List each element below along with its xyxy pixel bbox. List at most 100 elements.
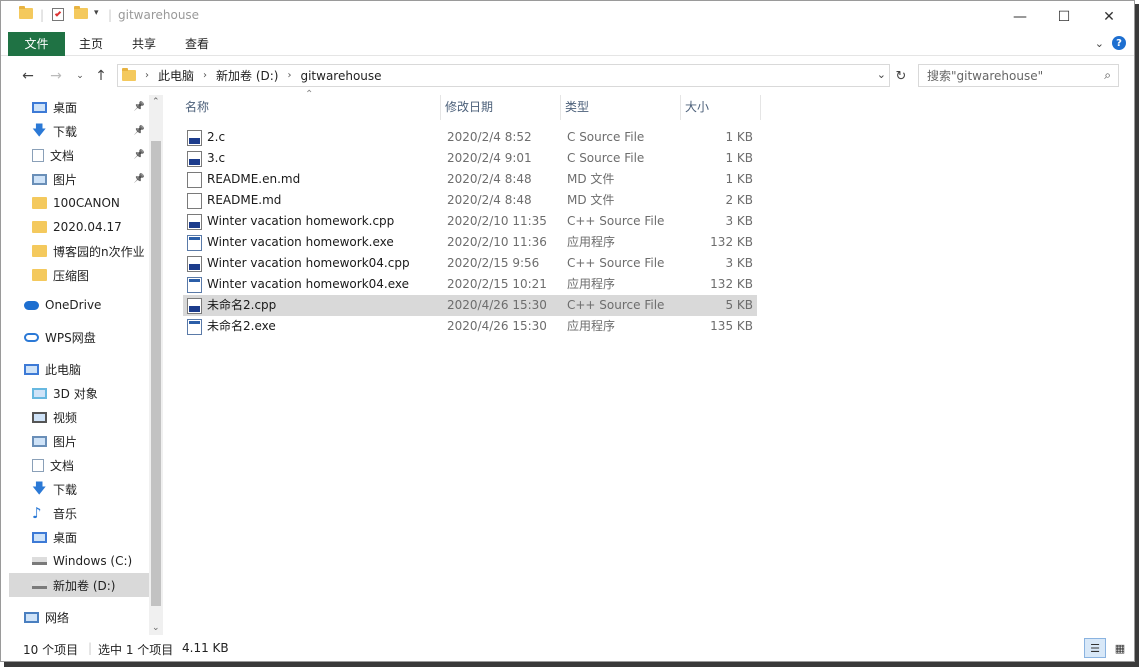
sidebar-item[interactable]: ♪ 音乐: [9, 501, 149, 525]
file-name-cell[interactable]: README.md: [187, 190, 281, 211]
file-row[interactable]: Winter vacation homework04.exe 2020/2/15 …: [183, 274, 757, 295]
refresh-icon[interactable]: ↻: [890, 65, 912, 87]
scroll-down-icon[interactable]: ⌄: [152, 623, 160, 633]
file-name-cell[interactable]: Winter vacation homework.exe: [187, 232, 394, 253]
column-header-type[interactable]: 类型: [561, 95, 681, 120]
file-size: 1 KB: [725, 130, 753, 144]
properties-icon[interactable]: [52, 8, 64, 21]
file-name-cell[interactable]: Winter vacation homework04.cpp: [187, 253, 410, 274]
c-file-icon: [187, 129, 202, 146]
sidebar-item[interactable]: 2020.04.17: [9, 215, 149, 239]
folder-icon: [32, 245, 47, 257]
file-row[interactable]: 3.c 2020/2/4 9:01 C Source File 1 KB: [183, 148, 757, 169]
forward-arrow-icon[interactable]: →: [45, 65, 67, 87]
details-view-button[interactable]: ☰: [1084, 638, 1106, 658]
drive-icon: [32, 557, 47, 565]
search-input[interactable]: 搜索"gitwarehouse" ⌕: [918, 64, 1119, 87]
pictures-icon: [32, 173, 47, 185]
file-name-cell[interactable]: 未命名2.cpp: [187, 295, 276, 316]
pin-icon[interactable]: 📌: [134, 150, 145, 160]
sidebar-item[interactable]: 桌面: [9, 525, 149, 549]
sidebar-item[interactable]: 视频: [9, 405, 149, 429]
sidebar-item[interactable]: 图片 📌: [9, 167, 149, 191]
chevron-right-icon[interactable]: ›: [287, 70, 291, 81]
sidebar-item-label: 博客园的n次作业: [53, 244, 145, 259]
sidebar-item[interactable]: 100CANON: [9, 191, 149, 215]
sidebar-item[interactable]: 桌面 📌: [9, 95, 149, 119]
file-name: Winter vacation homework04.cpp: [207, 256, 410, 270]
file-row[interactable]: 未命名2.exe 2020/4/26 15:30 应用程序 135 KB: [183, 316, 757, 337]
new-folder-icon[interactable]: [74, 6, 88, 19]
sidebar-item[interactable]: 3D 对象: [9, 381, 149, 405]
file-date: 2020/2/10 11:35: [447, 214, 547, 228]
file-row[interactable]: README.md 2020/2/4 8:48 MD 文件 2 KB: [183, 190, 757, 211]
title-bar: | ▾ | gitwarehouse — ☐ ✕: [1, 1, 1134, 32]
file-name-cell[interactable]: 2.c: [187, 127, 225, 148]
file-row[interactable]: 未命名2.cpp 2020/4/26 15:30 C++ Source File 5 …: [183, 295, 757, 316]
file-row[interactable]: 2.c 2020/2/4 8:52 C Source File 1 KB: [183, 127, 757, 148]
sidebar-item[interactable]: 新加卷 (D:): [9, 573, 149, 597]
file-type: C++ Source File: [567, 214, 665, 228]
file-type: MD 文件: [567, 172, 615, 186]
file-row[interactable]: Winter vacation homework04.cpp 2020/2/15 …: [183, 253, 757, 274]
pin-icon[interactable]: 📌: [134, 102, 145, 112]
sidebar-item[interactable]: OneDrive: [9, 293, 149, 317]
sidebar-item[interactable]: 🡇 下载 📌: [9, 119, 149, 143]
address-bar[interactable]: › 此电脑 › 新加卷 (D:) › gitwarehouse ⌄: [117, 64, 890, 87]
scrollbar-thumb[interactable]: [151, 141, 161, 606]
expand-ribbon-icon[interactable]: ⌄: [1095, 37, 1104, 50]
file-row[interactable]: README.en.md 2020/2/4 8:48 MD 文件 1 KB: [183, 169, 757, 190]
file-date: 2020/2/10 11:36: [447, 235, 547, 249]
file-type: C++ Source File: [567, 256, 665, 270]
column-header-date[interactable]: 修改日期: [441, 95, 561, 120]
selection-size: 4.11 KB: [182, 641, 229, 655]
chevron-right-icon[interactable]: ›: [203, 70, 207, 81]
chevron-right-icon[interactable]: ›: [145, 70, 149, 81]
file-name-cell[interactable]: 未命名2.exe: [187, 316, 276, 337]
sidebar-item[interactable]: 博客园的n次作业: [9, 239, 149, 263]
sidebar-item[interactable]: Windows (C:): [9, 549, 149, 573]
tab-view[interactable]: 查看: [175, 32, 219, 56]
back-arrow-icon[interactable]: ←: [17, 65, 39, 87]
file-name-cell[interactable]: 3.c: [187, 148, 225, 169]
sidebar-item-label: 下载: [53, 124, 78, 139]
sidebar-item[interactable]: 压缩图: [9, 263, 149, 287]
sidebar-item[interactable]: 网络: [9, 605, 149, 629]
customize-toolbar-icon[interactable]: ▾: [94, 8, 99, 18]
file-row[interactable]: Winter vacation homework.exe 2020/2/10 11…: [183, 232, 757, 253]
column-header-name[interactable]: 名称: [181, 95, 441, 120]
file-name-cell[interactable]: README.en.md: [187, 169, 300, 190]
breadcrumb-drive-d[interactable]: 新加卷 (D:): [216, 67, 278, 84]
maximize-button[interactable]: ☐: [1041, 1, 1087, 32]
file-name: README.md: [207, 193, 282, 207]
pin-icon[interactable]: 📌: [134, 126, 145, 136]
address-history-icon[interactable]: ⌄: [877, 68, 886, 81]
tab-share[interactable]: 共享: [121, 32, 167, 56]
search-icon[interactable]: ⌕: [1104, 68, 1111, 83]
close-button[interactable]: ✕: [1086, 1, 1132, 32]
sidebar-item[interactable]: 🡇 下载: [9, 477, 149, 501]
tab-file[interactable]: 文件: [8, 32, 65, 56]
sidebar-item[interactable]: 此电脑: [9, 357, 149, 381]
file-name-cell[interactable]: Winter vacation homework.cpp: [187, 211, 394, 232]
breadcrumb-gitwarehouse[interactable]: gitwarehouse: [300, 69, 381, 83]
pin-icon[interactable]: 📌: [134, 174, 145, 184]
cpp-file-icon: [187, 255, 202, 272]
sidebar-item[interactable]: 文档 📌: [9, 143, 149, 167]
minimize-button[interactable]: —: [997, 1, 1043, 32]
file-row[interactable]: Winter vacation homework.cpp 2020/2/10 11…: [183, 211, 757, 232]
scroll-up-icon[interactable]: ⌃: [152, 97, 160, 107]
file-name: Winter vacation homework.exe: [207, 235, 394, 249]
help-icon[interactable]: ?: [1112, 36, 1126, 50]
tab-home[interactable]: 主页: [69, 32, 113, 56]
navigation-scrollbar[interactable]: ⌃ ⌄: [149, 95, 163, 635]
recent-locations-icon[interactable]: ⌄: [69, 65, 91, 87]
sidebar-item[interactable]: 图片: [9, 429, 149, 453]
sidebar-item[interactable]: WPS网盘: [9, 325, 149, 349]
sidebar-item[interactable]: 文档: [9, 453, 149, 477]
file-name-cell[interactable]: Winter vacation homework04.exe: [187, 274, 409, 295]
large-icons-view-button[interactable]: ▦: [1109, 638, 1131, 658]
column-header-size[interactable]: 大小: [681, 95, 761, 120]
up-arrow-icon[interactable]: ↑: [90, 65, 112, 87]
breadcrumb-this-pc[interactable]: 此电脑: [158, 67, 194, 84]
